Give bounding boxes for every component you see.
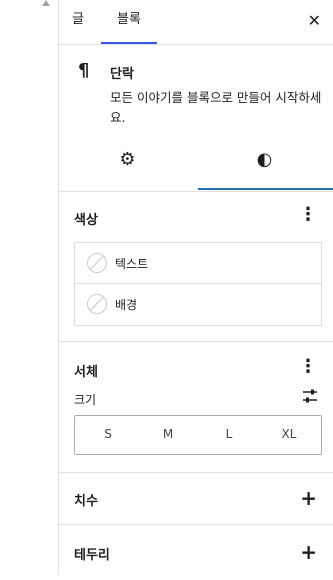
block-card: ¶ 단락 모든 이야기를 블록으로 만들어 시작하세요. xyxy=(59,45,333,127)
add-icon[interactable]: + xyxy=(300,540,317,564)
border-panel[interactable]: 테두리 + xyxy=(59,525,333,580)
color-panel: 색상 ⋮ 텍스트 배경 xyxy=(59,192,333,342)
color-item-background[interactable]: 배경 xyxy=(75,283,321,324)
inspector-subtabs: ⚙ ◐ xyxy=(59,127,333,192)
active-tab-indicator xyxy=(198,188,333,190)
color-list: 텍스트 배경 xyxy=(74,242,322,326)
tab-styles[interactable]: ◐ xyxy=(196,149,333,170)
close-icon[interactable]: ✕ xyxy=(308,11,321,30)
font-size-picker: S M L XL xyxy=(74,415,322,455)
block-title: 단락 xyxy=(110,67,134,82)
paragraph-icon: ¶ xyxy=(78,60,90,81)
color-swatch xyxy=(87,253,107,273)
filters-icon[interactable] xyxy=(302,388,318,404)
color-title: 색상 xyxy=(74,213,98,228)
editor-canvas-edge xyxy=(0,0,59,575)
gear-icon: ⚙ xyxy=(119,149,136,170)
block-description: 모든 이야기를 블록으로 만들어 시작하세요. xyxy=(110,90,322,125)
tab-post[interactable]: 글 xyxy=(72,0,84,44)
border-title: 테두리 xyxy=(74,548,110,563)
dimensions-title: 치수 xyxy=(74,494,98,509)
color-label: 텍스트 xyxy=(115,257,149,271)
font-size-option[interactable]: L xyxy=(209,427,249,441)
font-size-label: 크기 xyxy=(74,393,97,407)
sidebar-tabs: 글 블록 ✕ xyxy=(59,0,333,45)
tab-settings[interactable]: ⚙ xyxy=(59,149,196,170)
font-size-option[interactable]: XL xyxy=(269,427,309,441)
color-label: 배경 xyxy=(115,298,138,312)
add-icon[interactable]: + xyxy=(300,486,317,510)
color-item-text[interactable]: 텍스트 xyxy=(75,243,321,283)
typography-title: 서체 xyxy=(74,365,98,380)
tab-block[interactable]: 블록 xyxy=(101,0,157,44)
block-settings-sidebar: 글 블록 ✕ ¶ 단락 모든 이야기를 블록으로 만들어 시작하세요. ⚙ ◐ … xyxy=(59,0,333,575)
typography-options-icon[interactable]: ⋮ xyxy=(299,356,317,377)
color-options-icon[interactable]: ⋮ xyxy=(299,204,317,225)
dimensions-panel[interactable]: 치수 + xyxy=(59,473,333,525)
color-swatch xyxy=(87,294,107,314)
font-size-option[interactable]: M xyxy=(148,427,188,441)
font-size-option[interactable]: S xyxy=(88,427,128,441)
contrast-icon: ◐ xyxy=(256,149,273,170)
scroll-up-icon[interactable] xyxy=(42,0,50,6)
